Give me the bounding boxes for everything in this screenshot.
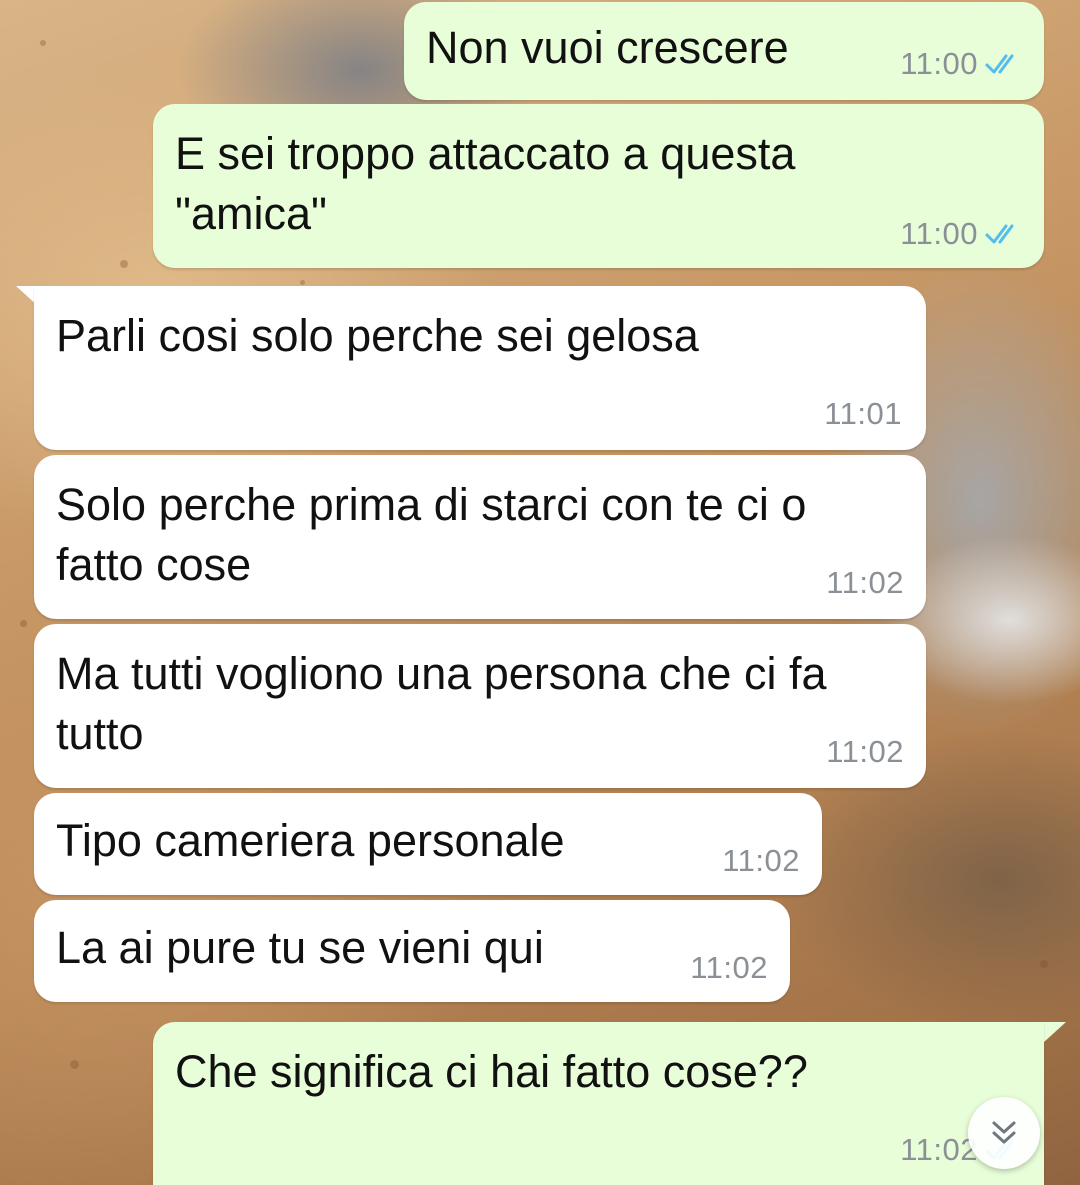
message-bubble-outgoing[interactable]: E sei troppo attaccato a questa "amica" … bbox=[153, 104, 1044, 268]
message-bubble-incoming[interactable]: Ma tutti vogliono una persona che ci fa … bbox=[34, 624, 926, 788]
message-text: Ma tutti vogliono una persona che ci fa … bbox=[56, 648, 839, 759]
message-time: 11:02 bbox=[722, 843, 800, 878]
message-time: 11:01 bbox=[824, 396, 902, 431]
background-speck bbox=[1040, 960, 1048, 968]
message-text: Solo perche prima di starci con te ci o … bbox=[56, 479, 819, 590]
message-text: Tipo cameriera personale bbox=[56, 815, 565, 866]
background-speck bbox=[20, 620, 27, 627]
message-time: 11:02 bbox=[900, 1132, 978, 1167]
message-text: Che significa ci hai fatto cose?? bbox=[175, 1046, 808, 1097]
message-time: 11:02 bbox=[826, 734, 904, 769]
bubble-tail bbox=[1044, 1022, 1066, 1042]
message-text: Parli cosi solo perche sei gelosa bbox=[56, 310, 699, 361]
message-meta: 11:00 bbox=[900, 216, 1024, 252]
message-bubble-incoming[interactable]: Tipo cameriera personale 11:02 bbox=[34, 793, 822, 895]
background-speck bbox=[40, 40, 46, 46]
message-bubble-incoming[interactable]: La ai pure tu se vieni qui 11:02 bbox=[34, 900, 790, 1002]
message-time: 11:00 bbox=[900, 46, 978, 81]
message-time: 11:00 bbox=[900, 216, 978, 251]
message-text: E sei troppo attaccato a questa "amica" bbox=[175, 128, 808, 239]
message-meta: 11:00 bbox=[900, 46, 1024, 82]
message-time: 11:02 bbox=[826, 565, 904, 600]
message-bubble-outgoing[interactable]: Che significa ci hai fatto cose?? 11:02 bbox=[153, 1022, 1044, 1185]
message-time: 11:02 bbox=[690, 950, 768, 985]
message-meta: 11:02 bbox=[722, 843, 800, 879]
message-meta: 11:02 bbox=[826, 565, 904, 601]
double-check-icon bbox=[985, 224, 1014, 244]
message-meta: 11:01 bbox=[824, 396, 902, 432]
double-chevron-down-icon bbox=[992, 1121, 1016, 1144]
scroll-down-button[interactable] bbox=[968, 1097, 1040, 1169]
message-bubble-incoming[interactable]: Solo perche prima di starci con te ci o … bbox=[34, 455, 926, 619]
message-text: La ai pure tu se vieni qui bbox=[56, 922, 544, 973]
double-check-icon bbox=[985, 54, 1014, 74]
background-speck bbox=[120, 260, 128, 268]
background-speck bbox=[300, 280, 305, 285]
message-meta: 11:02 bbox=[690, 950, 768, 986]
chat-background: Non vuoi crescere 11:00 E sei troppo att… bbox=[0, 0, 1080, 1185]
background-speck bbox=[70, 1060, 79, 1069]
message-bubble-incoming[interactable]: Parli cosi solo perche sei gelosa 11:01 bbox=[34, 286, 926, 450]
message-bubble-outgoing[interactable]: Non vuoi crescere 11:00 bbox=[404, 2, 1044, 100]
message-text: Non vuoi crescere bbox=[426, 22, 789, 73]
message-meta: 11:02 bbox=[826, 734, 904, 770]
